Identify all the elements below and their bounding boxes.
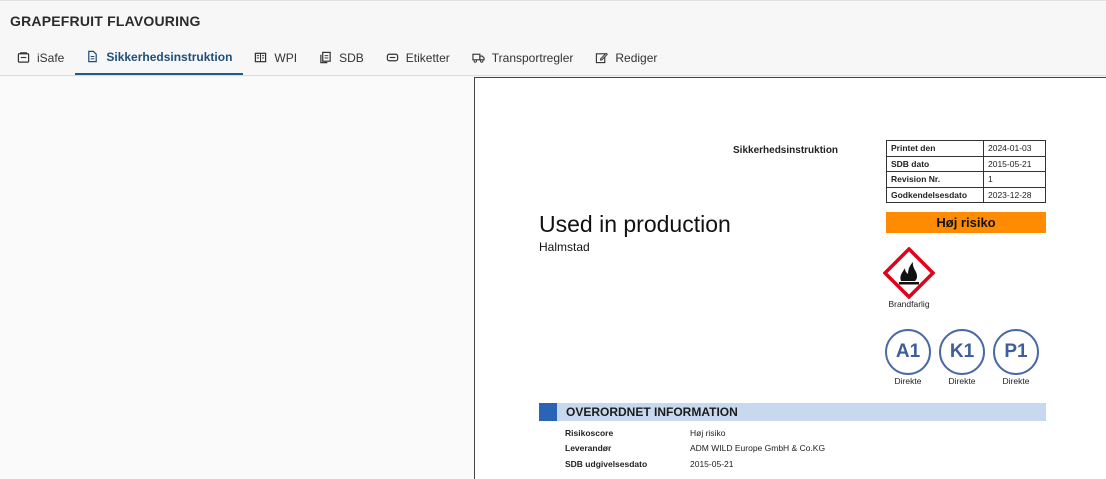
safe-icon bbox=[17, 51, 31, 65]
page-title: GRAPEFRUIT FLAVOURING bbox=[10, 13, 201, 29]
risk-badge: Høj risiko bbox=[886, 212, 1046, 233]
tab-transportregler[interactable]: Transportregler bbox=[461, 41, 585, 75]
meta-table: Printet den 2024-01-03 SDB dato 2015-05-… bbox=[886, 140, 1046, 203]
ppe-badge-a1: A1 bbox=[885, 329, 931, 375]
left-panel bbox=[0, 77, 474, 479]
section-header: OVERORDNET INFORMATION bbox=[539, 403, 1046, 421]
ppe-label: Direkte bbox=[894, 376, 922, 386]
meta-value: 1 bbox=[983, 171, 1046, 188]
section-title: OVERORDNET INFORMATION bbox=[566, 405, 738, 419]
info-row: SDB udgivelsesdato 2015-05-21 bbox=[565, 456, 825, 472]
meta-key: Godkendelsesdato bbox=[886, 186, 984, 203]
meta-value: 2015-05-21 bbox=[983, 155, 1046, 172]
info-list: Risikoscore Høj risiko Leverandør ADM WI… bbox=[565, 425, 825, 472]
tab-label: Sikkerhedsinstruktion bbox=[106, 50, 233, 64]
tab-sikkerhedsinstruktion[interactable]: Sikkerhedsinstruktion bbox=[75, 41, 244, 75]
meta-value: 2024-01-03 bbox=[983, 140, 1046, 157]
document-icon bbox=[86, 50, 100, 64]
tab-etiketter[interactable]: Etiketter bbox=[375, 41, 461, 75]
tab-label: iSafe bbox=[37, 51, 65, 65]
tab-label: Transportregler bbox=[491, 51, 574, 65]
ghs-label: Brandfarlig bbox=[888, 299, 930, 309]
edit-icon bbox=[595, 51, 609, 65]
info-value: 2015-05-21 bbox=[690, 458, 734, 469]
section-marker bbox=[539, 403, 557, 421]
tab-wpi[interactable]: WPI bbox=[243, 41, 308, 75]
tab-sdb[interactable]: SDB bbox=[308, 41, 375, 75]
info-value: ADM WILD Europe GmbH & Co.KG bbox=[690, 443, 826, 454]
document-preview[interactable]: Sikkerhedsinstruktion Printet den 2024-0… bbox=[474, 77, 1106, 479]
top-bar: GRAPEFRUIT FLAVOURING iSafe Sikkerhedsin… bbox=[0, 0, 1106, 76]
ppe-label: Direkte bbox=[948, 376, 976, 386]
tab-rediger[interactable]: Rediger bbox=[584, 41, 668, 75]
tab-label: Rediger bbox=[615, 51, 658, 65]
location-subheading: Halmstad bbox=[539, 240, 590, 254]
ppe-badge-p1: P1 bbox=[993, 329, 1039, 375]
tab-label: Etiketter bbox=[405, 51, 450, 65]
info-value: Høj risiko bbox=[690, 427, 726, 438]
ppe-label: Direkte bbox=[1002, 376, 1030, 386]
book-icon bbox=[254, 51, 268, 65]
meta-row: Revision Nr. 1 bbox=[886, 171, 1046, 188]
flammable-icon bbox=[882, 246, 936, 300]
copy-icon bbox=[319, 51, 333, 65]
info-key: SDB udgivelsesdato bbox=[565, 458, 648, 469]
info-key: Risikoscore bbox=[565, 427, 614, 438]
tab-bar: iSafe Sikkerhedsinstruktion WPI SDB Etik… bbox=[6, 41, 668, 77]
tab-label: WPI bbox=[274, 51, 298, 65]
tab-label: SDB bbox=[339, 51, 364, 65]
meta-row: SDB dato 2015-05-21 bbox=[886, 155, 1046, 172]
meta-key: Printet den bbox=[886, 140, 984, 157]
usage-heading: Used in production bbox=[539, 211, 731, 237]
info-row: Leverandør ADM WILD Europe GmbH & Co.KG bbox=[565, 441, 825, 457]
document-title: Sikkerhedsinstruktion bbox=[733, 145, 839, 156]
ppe-badge-k1: K1 bbox=[939, 329, 985, 375]
label-icon bbox=[386, 51, 400, 65]
meta-key: SDB dato bbox=[886, 155, 984, 172]
truck-icon bbox=[472, 51, 486, 65]
meta-row: Godkendelsesdato 2023-12-28 bbox=[886, 186, 1046, 203]
tab-isafe[interactable]: iSafe bbox=[6, 41, 75, 75]
info-row: Risikoscore Høj risiko bbox=[565, 425, 825, 441]
info-key: Leverandør bbox=[565, 443, 612, 454]
meta-value: 2023-12-28 bbox=[983, 186, 1046, 203]
meta-row: Printet den 2024-01-03 bbox=[886, 140, 1046, 157]
meta-key: Revision Nr. bbox=[886, 171, 984, 188]
